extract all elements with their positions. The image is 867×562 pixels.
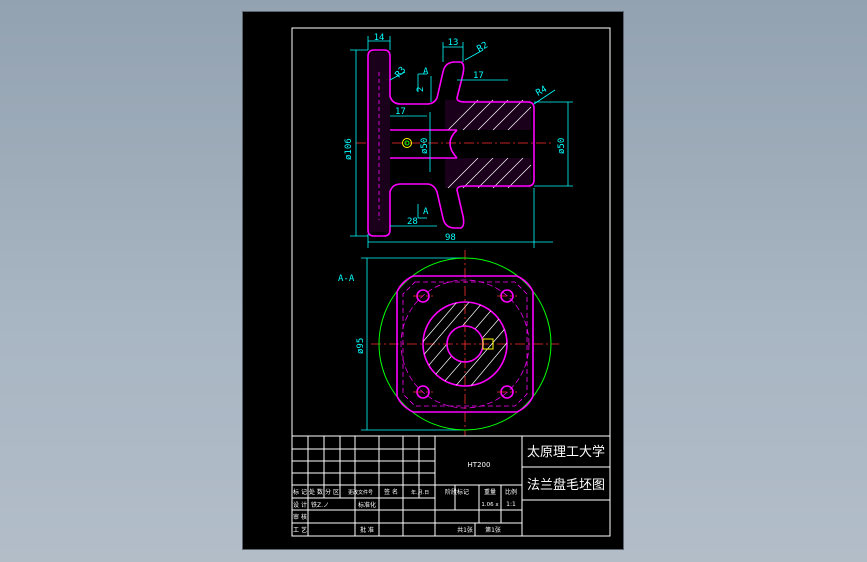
rev-mark-label: 标 记 [293,488,307,496]
university-name: 太原理工大学 [527,444,605,460]
front-view: 14 13 R2 R3 A 2 17 17 R4 ø106 ø50 ø50 A … [344,33,573,248]
section-view: A-A ø95 [338,250,559,436]
process-label: 工 艺 [293,526,307,534]
review-label: 审 核 [293,513,307,521]
drawing-canvas: 14 13 R2 R3 A 2 17 17 R4 ø106 ø50 ø50 A … [242,11,624,550]
section-mark-bottom: A [423,207,429,217]
cad-drawing: 14 13 R2 R3 A 2 17 17 R4 ø106 ø50 ø50 A … [291,27,611,537]
dim-106: ø106 [344,138,354,160]
dim-17-right: 17 [473,71,484,81]
stage-label: 阶段标记 [445,488,469,496]
rev-date-label: 年.月.日 [411,489,429,496]
dim-50-bore: ø50 [420,138,430,154]
standardization-label: 标准化 [358,501,376,509]
dim-13: 13 [448,38,459,48]
section-label: A-A [338,274,355,284]
approve-label: 批 准 [360,526,374,534]
dim-95: ø95 [356,338,366,354]
dim-14: 14 [374,33,385,43]
dim-r4: R4 [535,85,549,99]
material: HT200 [468,461,491,469]
designer-name: 铁Z.ノ [311,501,329,509]
rev-sign-label: 签 名 [384,488,398,496]
sheets-total: 共1张 [457,526,473,534]
section-mark-top: A [423,67,429,77]
title-block: 标 记 处 数 分 区 更改文件号 签 名 年.月.日 设 计 铁Z.ノ 标准化… [291,435,611,537]
dim-17-left: 17 [395,107,406,117]
design-label: 设 计 [293,501,307,509]
weight-label: 重量 [484,488,496,496]
dim-50-hub: ø50 [557,138,567,154]
scale-label: 比例 [505,488,517,496]
scale-value: 1:1 [506,501,516,508]
drawing-title: 法兰盘毛坯图 [527,477,605,493]
dim-98: 98 [445,233,456,243]
dim-28: 28 [407,217,418,227]
rev-zone-label: 分 区 [325,488,339,496]
sheet-number: 第1张 [485,526,501,534]
rev-doc-label: 更改文件号 [348,489,373,496]
rev-count-label: 处 数 [309,488,323,496]
dim-r3: R3 [394,65,409,80]
dim-2: 2 [416,87,426,92]
dim-r2: R2 [476,41,490,55]
weight-value: 1.06 x [481,502,499,508]
